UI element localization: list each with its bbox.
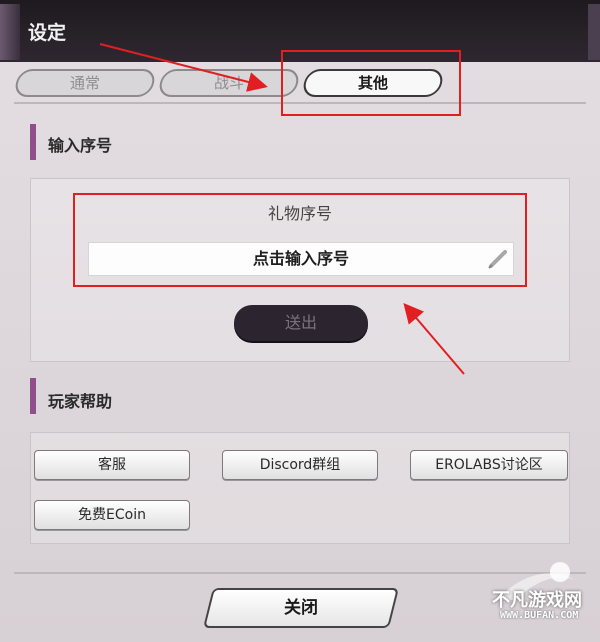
watermark-url: WWW.BUFAN.COM (500, 610, 579, 621)
annotation-arrow-input (403, 302, 465, 375)
annotation-arrows (99, 43, 465, 375)
watermark-text: 不凡游戏网 (492, 590, 582, 611)
annotation-arrow-tab (99, 43, 268, 92)
